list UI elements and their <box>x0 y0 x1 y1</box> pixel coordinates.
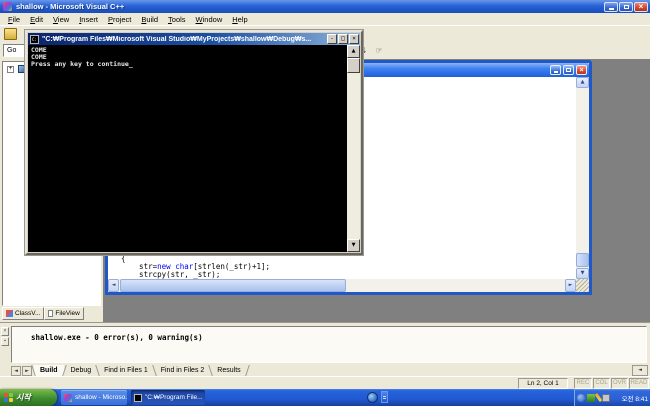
open-file-icon[interactable] <box>4 28 17 40</box>
messenger-icon[interactable] <box>577 394 585 402</box>
workspace-tabs: ClassV... FileView <box>2 307 84 320</box>
main-title-bar[interactable]: shallow - Microsoft Visual C++ × <box>0 0 650 13</box>
console-maximize-button[interactable]: □ <box>338 34 348 44</box>
console-line: COME <box>31 47 348 54</box>
visual-cpp-icon <box>3 2 12 11</box>
output-tab-find-in-files-1[interactable]: Find in Files 1 <box>98 365 154 377</box>
console-title-bar[interactable]: C: "C:₩Program Files₩Microsoft Visual St… <box>28 33 360 45</box>
wizard-action-hand-icon[interactable]: ☞ <box>372 44 386 57</box>
minimize-icon <box>554 71 558 73</box>
task-label: shallow - Microso... <box>75 394 127 401</box>
scroll-up-icon[interactable]: ▲ <box>347 45 360 58</box>
editor-vertical-scrollbar[interactable]: ▲ ▼ <box>576 77 589 279</box>
restore-button[interactable] <box>619 2 633 12</box>
desktop: shallow - Microsoft Visual C++ × FileEdi… <box>0 0 650 406</box>
indicator-rec: REC <box>574 378 592 389</box>
console-prompt-icon: C: <box>30 35 39 44</box>
system-tray: 오전 8:41 <box>574 389 650 406</box>
menu-bar: FileEditViewInsertProjectBuildToolsWindo… <box>0 13 650 26</box>
indicator-ovr: OVR <box>611 378 628 389</box>
build-output-pane[interactable]: shallow.exe - 0 error(s), 0 warning(s) <box>11 326 647 363</box>
status-indicators: RECCOLOVRREAD <box>574 378 649 389</box>
console-output[interactable]: COMECOMEPress any key to continue_ <box>28 45 348 252</box>
build-result-message: shallow.exe - 0 error(s), 0 warning(s) <box>31 333 203 342</box>
clock: 오전 8:41 <box>622 393 648 403</box>
task-label: "C:₩Program File... <box>145 394 203 401</box>
taskbar-task-shallow-microso[interactable]: shallow - Microso... <box>61 390 127 405</box>
console-icon <box>134 394 142 402</box>
code-line: strcpy(str, _str); <box>121 271 270 279</box>
output-window: × ▪ shallow.exe - 0 error(s), 0 warning(… <box>0 322 650 376</box>
minimize-icon <box>609 8 614 10</box>
minimize-button[interactable] <box>604 2 618 12</box>
menu-file[interactable]: File <box>3 15 25 24</box>
console-window: C: "C:₩Program Files₩Microsoft Visual St… <box>25 30 363 255</box>
windows-logo-icon <box>4 393 13 402</box>
console-line: Press any key to continue_ <box>31 61 348 68</box>
menu-insert[interactable]: Insert <box>74 15 103 24</box>
start-button[interactable]: 시작 <box>0 389 57 406</box>
fileview-icon <box>48 310 53 317</box>
start-label: 시작 <box>16 392 31 403</box>
menu-edit[interactable]: Edit <box>25 15 48 24</box>
editor-close-button[interactable]: × <box>576 65 587 75</box>
restore-icon <box>624 5 629 9</box>
output-tab-find-in-files-2[interactable]: Find in Files 2 <box>155 365 211 377</box>
output-tab-debug[interactable]: Debug <box>65 365 98 377</box>
editor-horizontal-scrollbar[interactable]: ◄ ► <box>108 279 576 292</box>
menu-view[interactable]: View <box>48 15 74 24</box>
output-tab-results[interactable]: Results <box>211 365 246 377</box>
scrollbar-thumb[interactable] <box>347 58 360 73</box>
taskbar-task-c-program-file[interactable]: "C:₩Program File... <box>131 390 205 405</box>
console-scrollbar[interactable]: ▲ ▼ <box>347 45 360 252</box>
console-minimize-button[interactable]: - <box>327 34 337 44</box>
taskbar: 시작 shallow - Microso... "C:₩Program File.… <box>0 389 650 406</box>
close-icon: × <box>639 3 644 11</box>
classview-icon <box>6 310 13 317</box>
output-tab-build[interactable]: Build <box>34 365 64 377</box>
indicator-read: READ <box>629 378 649 389</box>
scroll-down-icon[interactable]: ▼ <box>347 239 360 252</box>
tree-expand-icon[interactable]: + <box>7 66 14 73</box>
menu-window[interactable]: Window <box>191 15 228 24</box>
scrollbar-thumb[interactable] <box>120 279 346 292</box>
scroll-down-icon[interactable]: ▼ <box>576 268 589 279</box>
language-options-icon[interactable] <box>381 391 388 403</box>
console-close-button[interactable]: × <box>349 34 359 44</box>
indicator-col: COL <box>593 378 610 389</box>
workspace-tab-fileview[interactable]: FileView <box>44 307 83 320</box>
editor-minimize-button[interactable] <box>550 65 561 75</box>
tab-scroll-right-icon[interactable]: ► <box>22 366 32 376</box>
menu-project[interactable]: Project <box>103 15 136 24</box>
workspace-tab-classv[interactable]: ClassV... <box>2 307 44 320</box>
resize-grip[interactable] <box>576 279 589 292</box>
tab-scroll-left-icon[interactable]: ◄ <box>11 366 21 376</box>
language-bar <box>367 391 388 403</box>
menu-help[interactable]: Help <box>227 15 252 24</box>
scroll-left-icon[interactable]: ◄ <box>108 279 119 292</box>
editor-maximize-button[interactable] <box>563 65 574 75</box>
visual-cpp-icon <box>64 394 72 402</box>
console-title: "C:₩Program Files₩Microsoft Visual Studi… <box>42 36 325 43</box>
cursor-position: Ln 2, Col 1 <box>518 378 568 389</box>
workspace-tab-label: FileView <box>55 310 79 317</box>
menu-tools[interactable]: Tools <box>163 15 191 24</box>
close-icon: × <box>579 67 583 74</box>
close-button[interactable]: × <box>634 2 648 12</box>
maximize-icon <box>566 68 571 72</box>
scrollbar-thumb[interactable] <box>576 253 589 267</box>
status-bar: Ln 2, Col 1 RECCOLOVRREAD <box>0 376 650 389</box>
main-window-title: shallow - Microsoft Visual C++ <box>16 2 124 11</box>
output-dock-button[interactable]: ▪ <box>1 337 9 346</box>
language-globe-icon[interactable] <box>367 392 378 403</box>
menu-build[interactable]: Build <box>136 15 163 24</box>
output-close-button[interactable]: × <box>1 327 9 336</box>
display-icon[interactable] <box>602 394 610 402</box>
scroll-right-icon[interactable]: ► <box>565 279 576 292</box>
workspace-tab-label: ClassV... <box>15 310 40 317</box>
class-combo-value: Go <box>7 47 16 54</box>
tab-scroll-left-icon[interactable]: ◄ <box>632 365 648 376</box>
scroll-up-icon[interactable]: ▲ <box>576 77 589 88</box>
